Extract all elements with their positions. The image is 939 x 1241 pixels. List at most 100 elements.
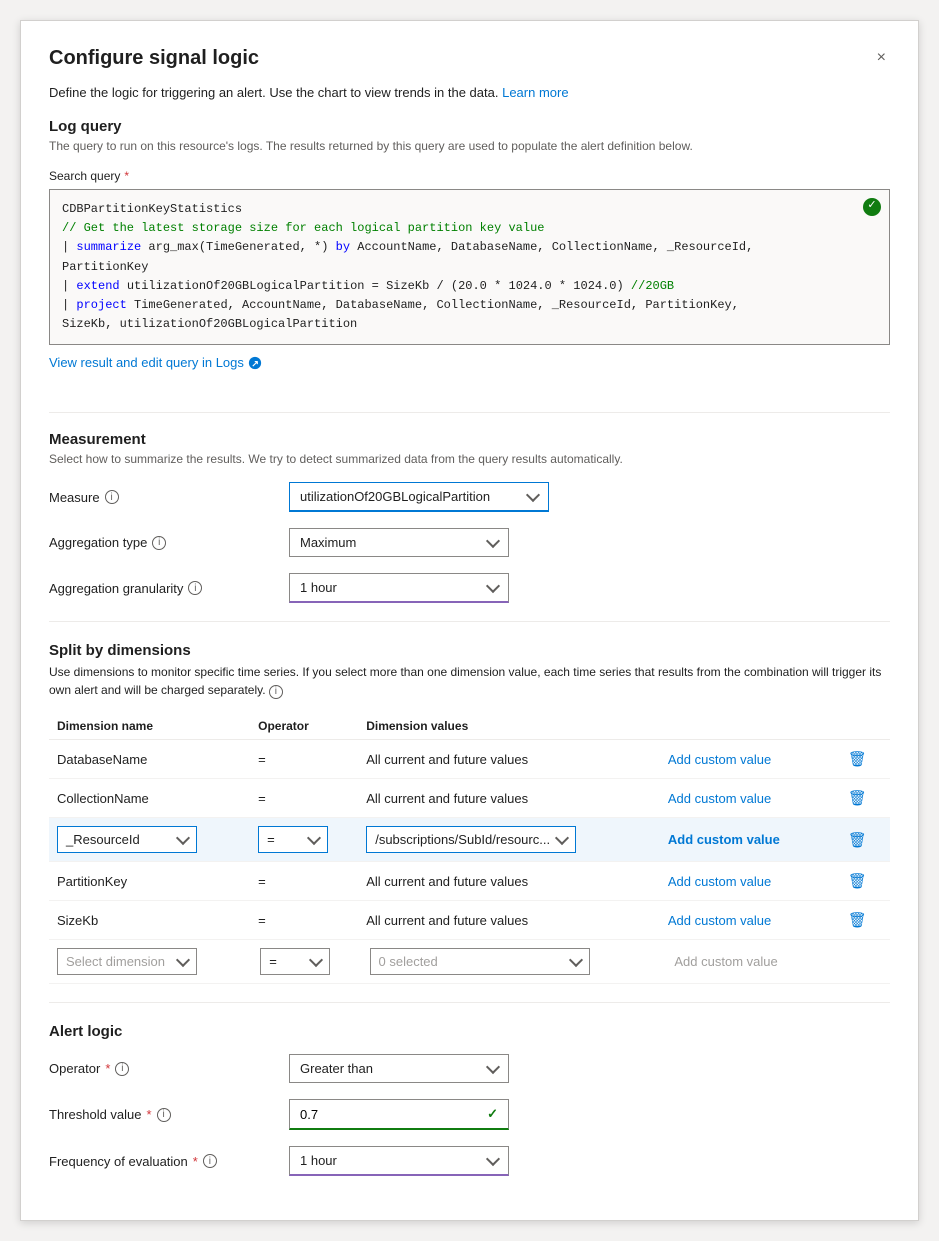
dim-vals-cell: All current and future values	[358, 862, 660, 901]
query-editor[interactable]: ✓ CDBPartitionKeyStatistics // Get the l…	[49, 189, 890, 345]
divider-2	[49, 621, 890, 622]
external-link-icon: ↗	[248, 356, 262, 370]
operator-chevron	[486, 1060, 500, 1074]
measurement-section: Measurement Select how to summarize the …	[49, 431, 890, 603]
configure-signal-panel: Configure signal logic × Define the logi…	[20, 20, 919, 1221]
dim-name-cell: PartitionKey	[49, 862, 250, 901]
frequency-chevron	[486, 1152, 500, 1166]
dimension-row: SizeKb = All current and future values A…	[49, 901, 890, 940]
add-custom-button-2[interactable]: Add custom value	[668, 832, 780, 847]
dim-vals-cell: All current and future values	[358, 901, 660, 940]
threshold-required: *	[147, 1107, 152, 1122]
panel-title: Configure signal logic	[49, 47, 259, 70]
add-custom-link-4[interactable]: Add custom value	[668, 913, 771, 928]
aggr-gran-chevron	[486, 579, 500, 593]
close-button[interactable]: ×	[873, 45, 890, 71]
alert-logic-section: Alert logic Operator * i Greater than Th…	[49, 1023, 890, 1176]
operator-dropdown[interactable]: Greater than	[289, 1054, 509, 1083]
frequency-label: Frequency of evaluation * i	[49, 1154, 289, 1169]
measure-row: Measure i utilizationOf20GBLogicalPartit…	[49, 482, 890, 512]
threshold-row: Threshold value * i 0.7 ✓	[49, 1099, 890, 1130]
measurement-title: Measurement	[49, 431, 890, 448]
new-dim-vals-dropdown[interactable]: 0 selected	[370, 948, 590, 975]
col-dimension-name: Dimension name	[49, 713, 250, 740]
split-by-dimensions-section: Split by dimensions Use dimensions to mo…	[49, 642, 890, 984]
new-dim-op-chevron	[309, 953, 323, 967]
dim-name-cell: DatabaseName	[49, 740, 250, 779]
frequency-info-icon[interactable]: i	[203, 1154, 217, 1168]
dim-vals-cell: All current and future values	[358, 740, 660, 779]
dim-op-dropdown-2[interactable]: =	[258, 826, 328, 853]
delete-dim-button-1[interactable]: 🗑	[844, 787, 871, 809]
query-success-icon: ✓	[863, 198, 881, 216]
log-query-title: Log query	[49, 118, 890, 135]
col-delete	[836, 713, 890, 740]
aggr-gran-dropdown[interactable]: 1 hour	[289, 573, 509, 603]
aggr-gran-info-icon[interactable]: i	[188, 581, 202, 595]
divider-1	[49, 412, 890, 413]
view-logs-link[interactable]: View result and edit query in Logs ↗	[49, 355, 262, 370]
aggr-type-row: Aggregation type i Maximum	[49, 528, 890, 557]
new-dimension-row: Select dimension = 0 selected	[49, 940, 890, 984]
delete-dim-button-4[interactable]: 🗑	[844, 909, 871, 931]
new-dim-vals-chevron	[568, 953, 582, 967]
dim-op-cell: =	[250, 740, 358, 779]
delete-dim-button-0[interactable]: 🗑	[844, 748, 871, 770]
delete-dim-button-3[interactable]: 🗑	[844, 870, 871, 892]
threshold-check-icon: ✓	[487, 1106, 498, 1122]
dimension-row: DatabaseName = All current and future va…	[49, 740, 890, 779]
threshold-info-icon[interactable]: i	[157, 1108, 171, 1122]
split-title: Split by dimensions	[49, 642, 890, 659]
aggr-gran-row: Aggregation granularity i 1 hour	[49, 573, 890, 603]
threshold-input[interactable]: 0.7 ✓	[289, 1099, 509, 1130]
search-query-label: Search query *	[49, 169, 890, 183]
measurement-desc: Select how to summarize the results. We …	[49, 452, 890, 466]
measure-chevron	[526, 488, 540, 502]
required-asterisk: *	[124, 169, 129, 183]
aggr-type-chevron	[486, 534, 500, 548]
new-dim-custom-placeholder: Add custom value	[674, 954, 777, 969]
col-dimension-values: Dimension values	[358, 713, 660, 740]
dim-name-cell: SizeKb	[49, 901, 250, 940]
dim-op-chevron-2	[307, 831, 321, 845]
aggr-gran-label: Aggregation granularity i	[49, 581, 289, 596]
dim-vals-cell: All current and future values	[358, 779, 660, 818]
threshold-label: Threshold value * i	[49, 1107, 289, 1122]
dim-name-chevron-2	[176, 831, 190, 845]
select-dim-chevron	[176, 953, 190, 967]
svg-text:↗: ↗	[251, 358, 258, 368]
operator-required: *	[105, 1061, 110, 1076]
dimension-row: _ResourceId = /subscriptions/SubId/resou…	[49, 818, 890, 862]
add-custom-link-0[interactable]: Add custom value	[668, 752, 771, 767]
dim-op-cell: =	[250, 862, 358, 901]
intro-text: Define the logic for triggering an alert…	[49, 85, 890, 100]
split-warning: Use dimensions to monitor specific time …	[49, 663, 890, 699]
measure-dropdown[interactable]: utilizationOf20GBLogicalPartition	[289, 482, 549, 512]
dim-name-dropdown-2[interactable]: _ResourceId	[57, 826, 197, 853]
operator-info-icon[interactable]: i	[115, 1062, 129, 1076]
divider-3	[49, 1002, 890, 1003]
operator-label: Operator * i	[49, 1061, 289, 1076]
aggr-type-label: Aggregation type i	[49, 535, 289, 550]
dim-op-cell: =	[250, 779, 358, 818]
split-info-icon[interactable]: i	[269, 685, 283, 699]
dim-name-cell: CollectionName	[49, 779, 250, 818]
new-dim-op-dropdown[interactable]: =	[260, 948, 330, 975]
frequency-dropdown[interactable]: 1 hour	[289, 1146, 509, 1176]
measure-info-icon[interactable]: i	[105, 490, 119, 504]
col-custom	[660, 713, 836, 740]
frequency-required: *	[193, 1154, 198, 1169]
add-custom-link-1[interactable]: Add custom value	[668, 791, 771, 806]
dim-vals-dropdown-2[interactable]: /subscriptions/SubId/resourc...	[366, 826, 576, 853]
learn-more-link[interactable]: Learn more	[502, 85, 568, 100]
frequency-row: Frequency of evaluation * i 1 hour	[49, 1146, 890, 1176]
aggr-type-info-icon[interactable]: i	[152, 536, 166, 550]
add-custom-link-3[interactable]: Add custom value	[668, 874, 771, 889]
select-dimension-dropdown[interactable]: Select dimension	[57, 948, 197, 975]
aggr-type-dropdown[interactable]: Maximum	[289, 528, 509, 557]
dimension-row: CollectionName = All current and future …	[49, 779, 890, 818]
dimensions-header-row: Dimension name Operator Dimension values	[49, 713, 890, 740]
log-query-section: Log query The query to run on this resou…	[49, 118, 890, 394]
panel-header: Configure signal logic ×	[49, 45, 890, 71]
delete-dim-button-2[interactable]: 🗑	[844, 829, 871, 851]
